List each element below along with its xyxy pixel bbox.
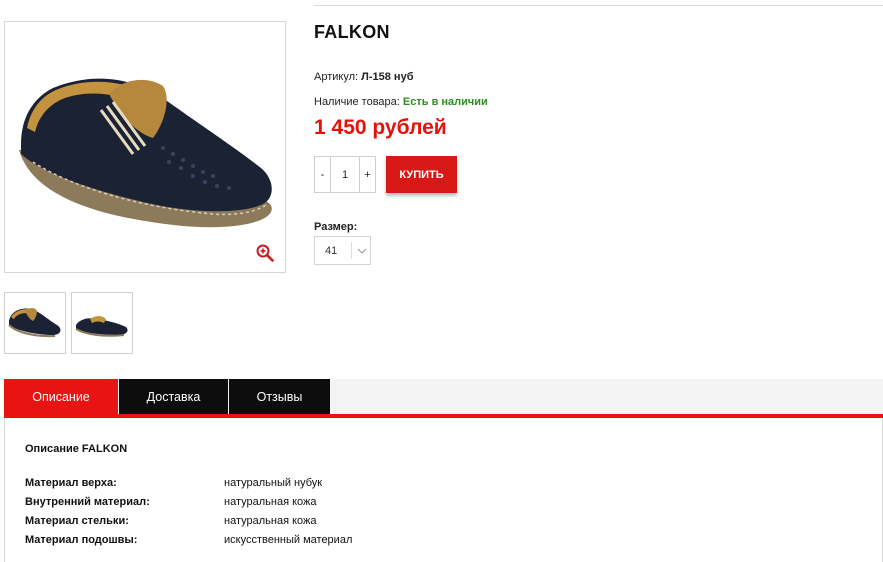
shoe-thumbnail-image [75,316,128,337]
quantity-decrease-button[interactable]: - [315,157,331,192]
buy-button[interactable]: КУПИТЬ [386,156,457,193]
stock-label: Наличие товара: [314,96,400,108]
stock-line: Наличие товара: Есть в наличии [314,96,488,108]
spec-value: искусственный материал [224,534,353,546]
sku-line: Артикул: Л-158 нуб [314,71,414,83]
description-title: Описание FALKON [25,443,128,455]
size-selected-value: 41 [325,244,338,257]
size-label: Размер: [314,221,358,233]
spec-key: Материал подошвы: [25,534,138,546]
product-main-image[interactable] [4,21,286,273]
spec-value: натуральная кожа [224,496,317,508]
select-divider [351,242,352,259]
spec-key: Материал стельки: [25,515,129,527]
product-price: 1 450 рублей [314,116,447,139]
tab-delivery[interactable]: Доставка [119,379,228,414]
zoom-in-icon[interactable] [256,244,274,262]
sku-label: Артикул: [314,71,359,83]
size-select[interactable]: 41 [314,236,371,265]
tab-description[interactable]: Описание [4,379,118,414]
stock-status: Есть в наличии [402,96,488,108]
product-title: FALKON [314,22,390,42]
sku-value: Л-158 нуб [361,71,414,83]
shoe-thumbnail-image [8,308,61,338]
spec-value: натуральный нубук [224,477,323,489]
top-divider [314,5,883,6]
quantity-stepper: - 1 + [314,156,376,193]
spec-value: натуральная кожа [224,515,317,527]
spec-key: Внутренний материал: [25,496,150,508]
tab-reviews[interactable]: Отзывы [229,379,330,414]
chevron-down-icon [357,248,367,254]
shoe-image [19,78,272,228]
product-thumbnail[interactable] [4,292,66,354]
quantity-input[interactable]: 1 [331,157,359,192]
spec-key: Материал верха: [25,477,117,489]
quantity-increase-button[interactable]: + [359,157,375,192]
product-thumbnail[interactable] [71,292,133,354]
